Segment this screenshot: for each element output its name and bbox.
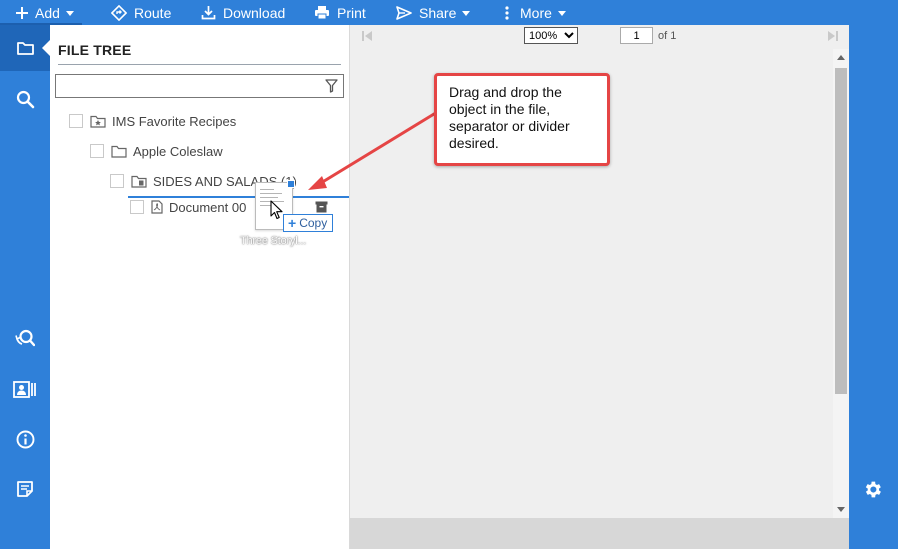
more-label: More [520,4,552,21]
item-checkbox[interactable] [69,114,83,128]
download-button[interactable]: Download [201,0,285,25]
instruction-callout: Drag and drop the object in the file, se… [434,73,610,166]
document-folder-icon [131,175,147,188]
title-divider [58,64,341,65]
print-button[interactable]: Print [314,0,366,25]
item-checkbox[interactable] [130,200,144,214]
tree-item[interactable]: Apple Coleslaw [90,141,223,161]
mouse-pointer-icon [270,200,283,220]
tree-item-label: IMS Favorite Recipes [112,113,237,129]
viewer-toolbar: 100% of 1 [350,25,849,49]
plus-icon: + [288,215,297,231]
tree-item[interactable]: IMS Favorite Recipes [69,111,236,131]
drag-ghost-label: Three Storyl... [240,235,307,247]
scroll-thumb[interactable] [835,68,847,394]
download-label: Download [223,4,286,21]
zoom-select[interactable]: 100% [524,27,578,44]
folder-icon [16,42,34,55]
item-checkbox[interactable] [90,144,104,158]
caret-down-icon [65,11,74,16]
more-menu-button[interactable]: More [505,0,566,25]
page-count: of 1 [658,30,677,42]
search-icon [16,90,34,108]
notes-rail-button[interactable] [0,466,50,512]
tree-item-label: Apple Coleslaw [133,143,223,159]
tree-item[interactable]: Document 00 [130,197,246,217]
tree-search-input[interactable] [56,75,311,97]
panel-title: FILE TREE [58,42,132,58]
download-icon [201,6,216,20]
route-button[interactable]: Route [111,0,171,25]
share-label: Share [419,4,457,21]
filter-icon[interactable] [325,79,338,93]
scroll-up-icon[interactable] [837,55,845,60]
starred-folder-icon [90,115,106,128]
search-rail-button[interactable] [0,76,50,122]
left-rail [0,25,50,549]
info-icon [16,430,34,448]
top-toolbar: Add Route Download Print Share More [0,0,898,25]
plus-icon [16,6,28,19]
print-label: Print [337,4,366,21]
caret-down-icon [557,11,566,16]
file-tree-panel: FILE TREE IMS Favorite Recipes Apple Col… [50,25,349,549]
callout-text: Drag and drop the object in the file, se… [449,84,570,151]
contact-card-icon [13,380,36,398]
viewer-scrollbar[interactable] [833,49,849,518]
first-page-icon[interactable] [361,30,373,42]
note-icon [17,481,33,497]
drag-badge-icon [287,180,295,188]
vertical-dots-icon [505,5,509,20]
gear-icon[interactable] [862,479,883,500]
printer-icon [315,6,329,20]
tree-item-label: Document 00 [169,199,247,215]
add-label: Add [35,4,60,21]
annotation-arrow [308,112,436,190]
share-icon [396,5,412,20]
folder-icon [111,145,127,158]
add-menu-button[interactable]: Add [16,0,74,25]
file-tree-rail-button[interactable] [0,25,50,71]
viewer-footer-bar [350,518,849,549]
active-notch [42,40,50,56]
item-checkbox[interactable] [110,174,124,188]
pdf-icon [151,200,163,214]
scroll-down-icon[interactable] [837,507,845,512]
route-label: Route [134,4,172,21]
last-page-icon[interactable] [827,30,839,42]
contact-card-rail-button[interactable] [0,366,50,412]
zoom-search-rail-button[interactable] [0,315,50,361]
copy-drop-tooltip: + Copy [283,214,334,232]
copy-tooltip-label: Copy [299,216,328,230]
zoom-search-icon [15,329,35,346]
tree-search-box [55,74,344,98]
caret-down-icon [462,11,471,16]
info-rail-button[interactable] [0,416,50,462]
share-menu-button[interactable]: Share [396,0,471,25]
route-icon [111,4,127,21]
archive-icon[interactable] [315,201,328,213]
page-number-input[interactable] [620,27,653,44]
